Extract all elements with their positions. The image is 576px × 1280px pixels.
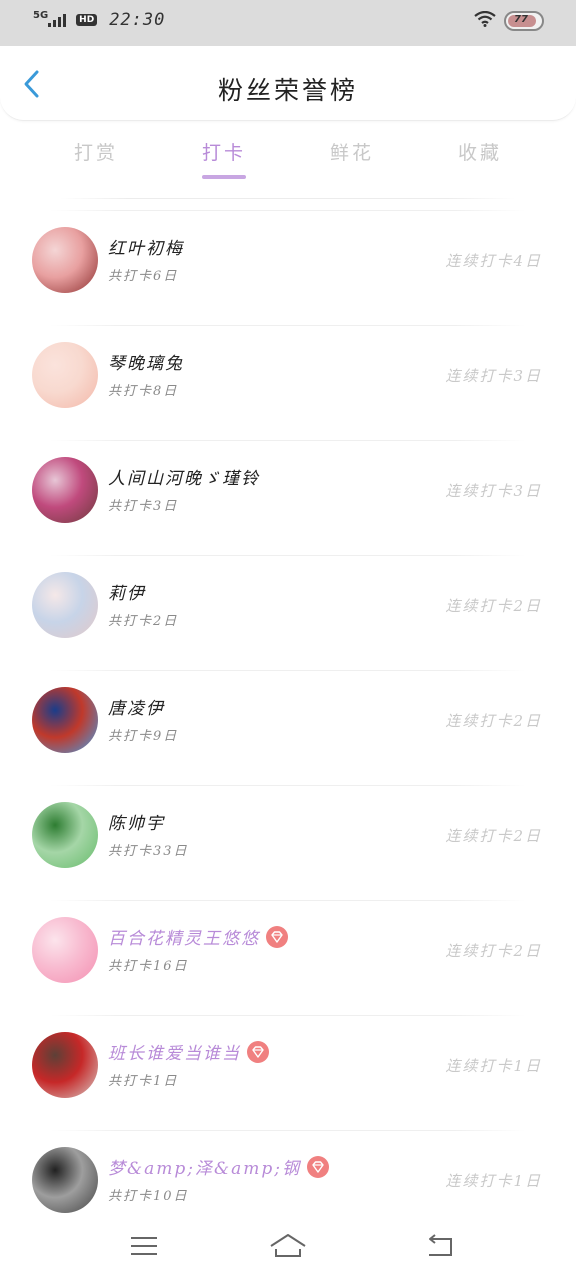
user-name[interactable]: 陈帅宇 (108, 809, 165, 834)
tab-reward[interactable]: 打赏 (32, 132, 160, 182)
name-line: 琴晚璃兔 (108, 349, 184, 374)
user-name[interactable]: 琴晚璃兔 (108, 349, 184, 374)
avatar[interactable] (32, 802, 98, 868)
hd-icon: HD (76, 14, 98, 26)
diamond-icon (247, 1040, 269, 1063)
streak-label: 连续打卡2日 (445, 942, 542, 960)
streak-label: 连续打卡3日 (445, 367, 542, 385)
name-line: 百合花精灵王悠悠 (108, 924, 288, 949)
tab-bar: 打赏 打卡 鲜花 收藏 (32, 132, 544, 182)
home-icon (270, 1234, 306, 1257)
streak-label: 连续打卡4日 (445, 252, 542, 270)
name-line: 唐凌伊 (108, 694, 165, 719)
row-divider (50, 325, 526, 326)
row-divider (50, 785, 526, 786)
list-item[interactable]: 百合花精灵王悠悠共打卡16日 连续打卡2日 (0, 900, 576, 1015)
signal-icon (48, 13, 67, 27)
tab-label: 鲜花 (329, 142, 374, 164)
total-checkins: 共打卡33日 (108, 844, 189, 859)
total-checkins: 共打卡16日 (108, 959, 189, 974)
total-checkins: 共打卡3日 (108, 499, 179, 514)
user-name[interactable]: 百合花精灵王悠悠 (108, 924, 260, 949)
row-divider (50, 900, 526, 901)
list-item[interactable]: 琴晚璃兔共打卡8日 连续打卡3日 (0, 325, 576, 440)
status-time: 22:30 (109, 10, 166, 30)
tab-label: 打赏 (73, 142, 118, 164)
total-checkins: 共打卡10日 (108, 1189, 189, 1204)
total-checkins: 共打卡9日 (108, 729, 179, 744)
user-name[interactable]: 莉伊 (108, 579, 146, 604)
tab-label: 收藏 (457, 142, 502, 164)
name-line: 红叶初梅 (108, 234, 184, 259)
status-bar: 5G HD 22:30 77 (0, 0, 576, 46)
page-title: 粉丝荣誉榜 (217, 76, 358, 105)
list-item[interactable]: 人间山河晚ゞ瑾铃共打卡3日 连续打卡3日 (0, 440, 576, 555)
list-item[interactable]: 唐凌伊共打卡9日 连续打卡2日 (0, 670, 576, 785)
diamond-icon (266, 925, 288, 948)
tab-label: 打卡 (201, 142, 246, 164)
wifi-icon (474, 10, 496, 31)
tabs-divider (60, 198, 516, 199)
avatar[interactable] (32, 457, 98, 523)
fan-list: 红叶初梅 共打卡6日 连续打卡4日 琴晚璃兔 共打卡8日 连续打卡3日 人间山河晚ゞ瑾铃 共打… (0, 210, 576, 1245)
user-name[interactable]: 班长谁爱当谁当 (108, 1039, 241, 1064)
avatar[interactable] (32, 687, 98, 753)
back-icon (429, 1234, 452, 1256)
avatar[interactable] (32, 342, 98, 408)
user-name[interactable]: 唐凌伊 (108, 694, 165, 719)
streak-label: 连续打卡2日 (445, 597, 542, 615)
network-type: 5G (33, 9, 49, 21)
streak-label: 连续打卡1日 (445, 1057, 542, 1075)
streak-label: 连续打卡2日 (445, 712, 542, 730)
name-line: 莉伊 (108, 579, 146, 604)
header: 粉丝荣誉榜 (0, 46, 576, 121)
screen: 5G HD 22:30 77 粉丝荣誉榜 打赏 打卡 鲜花 收藏 红叶初梅 共打… (0, 0, 576, 1280)
row-divider (50, 1130, 526, 1131)
list-item[interactable]: 莉伊共打卡2日 连续打卡2日 (0, 555, 576, 670)
menu-button[interactable] (124, 1230, 164, 1262)
tab-active-indicator (202, 175, 246, 179)
row-divider (50, 440, 526, 441)
battery-icon: 77 (504, 11, 544, 31)
list-item[interactable]: 班长谁爱当谁当共打卡1日 连续打卡1日 (0, 1015, 576, 1130)
name-line: 人间山河晚ゞ瑾铃 (108, 464, 260, 489)
avatar[interactable] (32, 1147, 98, 1213)
total-checkins: 共打卡1日 (108, 1074, 179, 1089)
total-checkins: 共打卡6日 (108, 269, 179, 284)
system-nav-bar (0, 1218, 576, 1280)
name-line: 班长谁爱当谁当 (108, 1039, 269, 1064)
total-checkins: 共打卡2日 (108, 614, 179, 629)
status-right: 77 (474, 10, 544, 31)
streak-label: 连续打卡1日 (445, 1172, 542, 1190)
diamond-icon (307, 1155, 329, 1178)
user-name[interactable]: 梦&amp;泽&amp;钢 (108, 1154, 301, 1179)
home-button[interactable] (268, 1230, 308, 1262)
streak-label: 连续打卡3日 (445, 482, 542, 500)
list-item[interactable]: 红叶初梅共打卡6日 连续打卡4日 (0, 210, 576, 325)
list-item[interactable]: 陈帅宇共打卡33日 连续打卡2日 (0, 785, 576, 900)
back-nav-button[interactable] (420, 1230, 460, 1262)
total-checkins: 共打卡8日 (108, 384, 179, 399)
avatar[interactable] (32, 572, 98, 638)
menu-icon (131, 1237, 157, 1255)
row-divider (50, 555, 526, 556)
tab-flowers[interactable]: 鲜花 (288, 132, 416, 182)
avatar[interactable] (32, 917, 98, 983)
user-name[interactable]: 人间山河晚ゞ瑾铃 (108, 464, 260, 489)
tab-checkin[interactable]: 打卡 (160, 132, 288, 182)
avatar[interactable] (32, 1032, 98, 1098)
user-name[interactable]: 红叶初梅 (108, 234, 184, 259)
tab-favorites[interactable]: 收藏 (416, 132, 544, 182)
row-divider (50, 670, 526, 671)
name-line: 梦&amp;泽&amp;钢 (108, 1154, 329, 1179)
status-left: 5G HD 22:30 (33, 9, 166, 31)
avatar[interactable] (32, 227, 98, 293)
streak-label: 连续打卡2日 (445, 827, 542, 845)
battery-level: 77 (514, 14, 528, 25)
name-line: 陈帅宇 (108, 809, 165, 834)
row-divider (50, 210, 526, 211)
row-divider (50, 1015, 526, 1016)
